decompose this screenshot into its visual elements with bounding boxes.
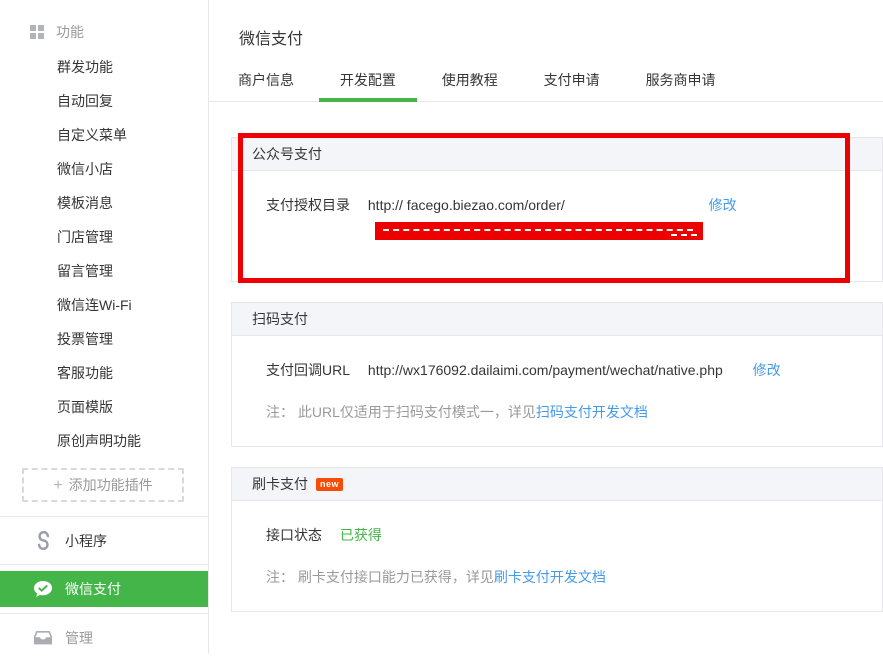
sidebar-item-template-message[interactable]: 模板消息 (0, 186, 208, 220)
sidebar-item-vote-management[interactable]: 投票管理 (0, 322, 208, 356)
sidebar-nav: 群发功能 自动回复 自定义菜单 微信小店 模板消息 门店管理 留言管理 微信连W… (0, 50, 208, 458)
row-label: 支付授权目录 (266, 197, 350, 213)
page-title: 微信支付 (239, 25, 883, 49)
section-card-pay: 刷卡支付 new 接口状态 已获得 注： 刷卡支付接口能力已获得，详见刷卡支付开发… (231, 467, 883, 612)
tab-bar: 商户信息 开发配置 使用教程 支付申请 服务商申请 (209, 59, 883, 102)
sidebar-item-custom-menu[interactable]: 自定义菜单 (0, 118, 208, 152)
api-status-value: 已获得 (340, 527, 382, 543)
section-native-pay-body: 支付回调URL http://wx176092.dailaimi.com/pay… (232, 336, 882, 446)
card-pay-doc-link[interactable]: 刷卡支付开发文档 (494, 569, 606, 585)
wechat-pay-icon (33, 580, 53, 598)
tab-dev-config[interactable]: 开发配置 (319, 59, 417, 102)
section-mp-pay-body: 支付授权目录 http:// facego.biezao.com/order/ … (232, 171, 882, 281)
card-pay-note: 注： 刷卡支付接口能力已获得，详见刷卡支付开发文档 (266, 567, 858, 587)
plus-icon: + (53, 477, 62, 494)
config-row-auth-dir: 支付授权目录 http:// facego.biezao.com/order/ … (266, 195, 858, 215)
new-badge: new (316, 478, 343, 491)
native-pay-note: 注： 此URL仅适用于扫码支付模式一，详见扫码支付开发文档 (266, 402, 858, 422)
sidebar-category-label: 管理 (65, 628, 93, 648)
sidebar-item-comment-management[interactable]: 留言管理 (0, 254, 208, 288)
native-pay-doc-link[interactable]: 扫码支付开发文档 (536, 404, 648, 420)
sidebar-item-original-statement[interactable]: 原创声明功能 (0, 424, 208, 458)
sidebar-category-label: 功能 (56, 22, 84, 42)
row-label: 接口状态 (266, 527, 322, 543)
auth-dir-value: http:// facego.biezao.com/order/ (368, 197, 565, 213)
main-content: 微信支付 商户信息 开发配置 使用教程 支付申请 服务商申请 公众号支付 支付授… (209, 0, 883, 654)
sidebar-item-auto-reply[interactable]: 自动回复 (0, 84, 208, 118)
sidebar-item-label: 小程序 (65, 531, 107, 551)
row-label: 支付回调URL (266, 362, 350, 378)
tab-tutorial[interactable]: 使用教程 (421, 59, 519, 102)
section-native-pay-header: 扫码支付 (232, 303, 882, 336)
sidebar-item-miniprogram[interactable]: 小程序 (0, 516, 208, 564)
note-text: 注： 刷卡支付接口能力已获得，详见 (266, 569, 494, 585)
tab-service-provider-apply[interactable]: 服务商申请 (625, 59, 737, 102)
sidebar-item-wechat-pay[interactable]: 微信支付 (0, 571, 208, 607)
sidebar: 功能 群发功能 自动回复 自定义菜单 微信小店 模板消息 门店管理 留言管理 微… (0, 0, 209, 654)
features-grid-icon (30, 25, 44, 39)
section-native-pay: 扫码支付 支付回调URL http://wx176092.dailaimi.co… (231, 302, 883, 447)
sidebar-item-store-management[interactable]: 门店管理 (0, 220, 208, 254)
sidebar-item-customer-service[interactable]: 客服功能 (0, 356, 208, 390)
sidebar-category-features: 功能 (0, 0, 208, 50)
config-row-api-status: 接口状态 已获得 (266, 525, 858, 545)
sidebar-item-label: 微信支付 (65, 579, 121, 599)
section-mp-pay: 公众号支付 支付授权目录 http:// facego.biezao.com/o… (231, 137, 883, 282)
sidebar-item-wifi[interactable]: 微信连Wi-Fi (0, 288, 208, 322)
add-plugin-button[interactable]: + 添加功能插件 (22, 468, 184, 502)
wechat-mp-admin: 功能 群发功能 自动回复 自定义菜单 微信小店 模板消息 门店管理 留言管理 微… (0, 0, 883, 654)
sidebar-item-wechat-shop[interactable]: 微信小店 (0, 152, 208, 186)
tab-merchant-info[interactable]: 商户信息 (217, 59, 315, 102)
sidebar-item-page-template[interactable]: 页面模版 (0, 390, 208, 424)
add-plugin-label: 添加功能插件 (69, 477, 153, 493)
sidebar-row-wechat-pay: 微信支付 (0, 564, 208, 613)
miniprogram-icon (33, 531, 53, 550)
tab-payment-apply[interactable]: 支付申请 (523, 59, 621, 102)
section-card-pay-body: 接口状态 已获得 注： 刷卡支付接口能力已获得，详见刷卡支付开发文档 (232, 501, 882, 611)
callback-url-value: http://wx176092.dailaimi.com/payment/wec… (368, 362, 723, 378)
modify-callback-url-link[interactable]: 修改 (753, 362, 781, 378)
config-row-callback-url: 支付回调URL http://wx176092.dailaimi.com/pay… (266, 360, 858, 380)
note-text: 注： 此URL仅适用于扫码支付模式一，详见 (266, 404, 536, 420)
section-mp-pay-header: 公众号支付 (232, 138, 882, 171)
section-title: 刷卡支付 (252, 476, 308, 492)
sidebar-item-mass-send[interactable]: 群发功能 (0, 50, 208, 84)
modify-auth-dir-link[interactable]: 修改 (709, 197, 737, 213)
manage-tray-icon (33, 630, 53, 645)
section-card-pay-header: 刷卡支付 new (232, 468, 882, 501)
